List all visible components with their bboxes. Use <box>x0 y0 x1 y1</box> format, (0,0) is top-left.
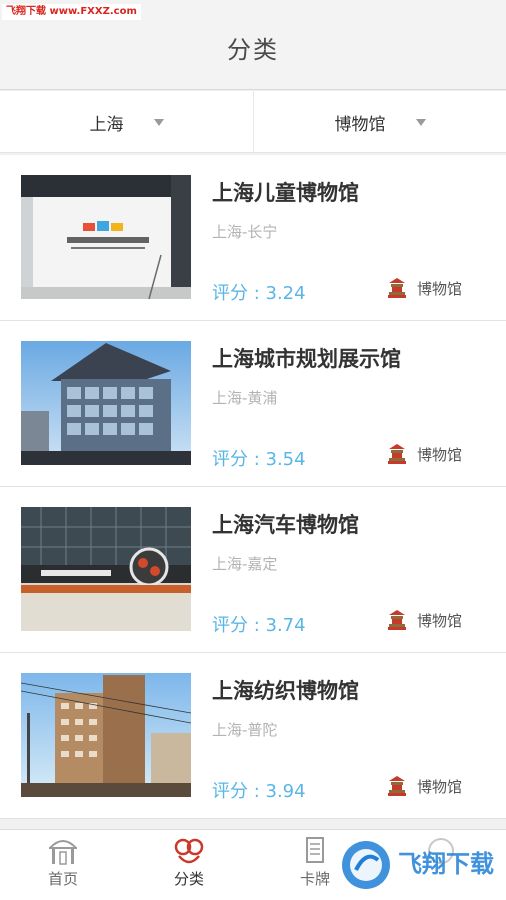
watermark-top: 飞翔下载 www.FXXZ.com <box>2 4 141 20</box>
city-filter[interactable]: 上海 <box>0 91 253 153</box>
museum-name: 上海汽车博物馆 <box>212 513 359 537</box>
museum-location: 上海-黄浦 <box>212 389 278 407</box>
category-label: 博物馆 <box>416 445 462 464</box>
app-screen: 分类 飞翔下载 www.FXXZ.com 上海 博物馆 上海儿童博物馆 上海-长… <box>0 0 506 900</box>
tab-category[interactable]: 分类 <box>126 830 252 900</box>
category-label: 博物馆 <box>416 611 462 630</box>
tab-home[interactable]: 首页 <box>0 830 126 900</box>
filter-bar: 上海 博物馆 <box>0 91 506 153</box>
category-tag: 博物馆 <box>387 609 462 631</box>
chevron-down-icon <box>415 118 426 126</box>
page-title: 分类 <box>227 36 279 64</box>
museum-icon <box>387 278 406 298</box>
list-item[interactable]: 上海城市规划展示馆 上海-黄浦 评分 : 3.54 博物馆 <box>0 321 506 487</box>
museum-icon <box>387 776 406 796</box>
museum-thumbnail <box>21 507 191 631</box>
category-tag: 博物馆 <box>387 775 462 797</box>
watermark-logo: 飞翔下载 <box>342 841 494 889</box>
city-filter-label: 上海 <box>89 114 124 135</box>
museum-icon <box>387 610 406 630</box>
museum-location: 上海-长宁 <box>212 223 278 241</box>
museum-name: 上海儿童博物馆 <box>212 181 359 205</box>
museum-name: 上海纺织博物馆 <box>212 679 359 703</box>
category-label: 博物馆 <box>416 777 462 796</box>
museum-thumbnail <box>21 673 191 797</box>
watermark-text: 飞翔下载 <box>398 850 494 878</box>
type-filter-label: 博物馆 <box>334 114 386 135</box>
list-item[interactable]: 上海儿童博物馆 上海-长宁 评分 : 3.24 博物馆 <box>0 155 506 321</box>
museum-icon <box>387 444 406 464</box>
museum-thumbnail <box>21 341 191 465</box>
home-arch-icon <box>49 840 77 865</box>
tab-home-label: 首页 <box>47 870 78 888</box>
museum-location: 上海-普陀 <box>212 721 278 739</box>
category-icon <box>174 838 204 864</box>
museum-thumbnail <box>21 175 191 299</box>
category-tag: 博物馆 <box>387 277 462 299</box>
museum-list: 上海儿童博物馆 上海-长宁 评分 : 3.24 博物馆 上海城市规划展示馆 上海… <box>0 155 506 819</box>
museum-score: 评分 : 3.94 <box>212 781 306 802</box>
type-filter[interactable]: 博物馆 <box>253 91 506 153</box>
museum-location: 上海-嘉定 <box>212 555 278 573</box>
category-label: 博物馆 <box>416 279 462 298</box>
list-item[interactable]: 上海纺织博物馆 上海-普陀 评分 : 3.94 博物馆 <box>0 653 506 819</box>
museum-score: 评分 : 3.54 <box>212 449 306 470</box>
tab-category-label: 分类 <box>173 870 204 888</box>
museum-score: 评分 : 3.74 <box>212 615 306 636</box>
museum-score: 评分 : 3.24 <box>212 283 306 304</box>
category-tag: 博物馆 <box>387 443 462 465</box>
card-icon <box>306 837 324 863</box>
list-item[interactable]: 上海汽车博物馆 上海-嘉定 评分 : 3.74 博物馆 <box>0 487 506 653</box>
chevron-down-icon <box>153 118 164 126</box>
museum-name: 上海城市规划展示馆 <box>212 347 401 371</box>
